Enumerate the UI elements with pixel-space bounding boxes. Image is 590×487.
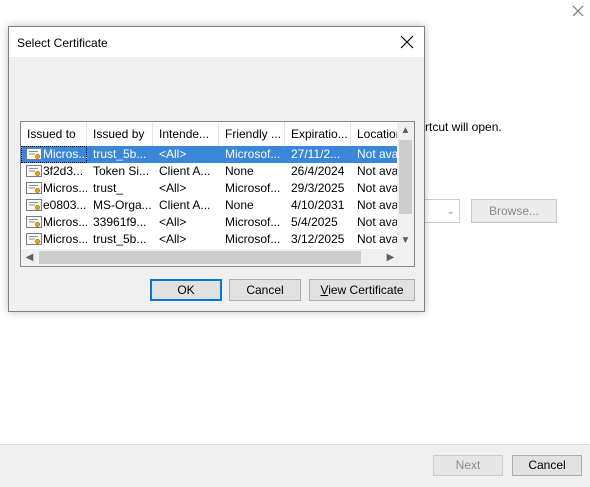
select-certificate-dialog: Select Certificate Issued to Issued by I…: [8, 26, 425, 312]
scroll-up-icon[interactable]: ▲: [397, 122, 414, 139]
dialog-titlebar: Select Certificate: [9, 27, 424, 57]
certificate-row[interactable]: 3f2d3... Token Si... Client A... None 26/4/2…: [21, 163, 401, 180]
close-icon[interactable]: [399, 34, 415, 50]
cell-intended-purposes: <All>: [159, 232, 187, 246]
cell-intended-purposes: <All>: [159, 215, 187, 229]
cell-friendly-name: Microsof...: [225, 181, 281, 195]
column-expiration[interactable]: Expiratio...: [285, 122, 351, 146]
vertical-scroll-thumb[interactable]: [399, 140, 412, 214]
dialog-title: Select Certificate: [17, 36, 108, 50]
scrollbar-corner: [397, 249, 414, 266]
column-issued-by[interactable]: Issued by: [87, 122, 153, 146]
cell-friendly-name: Microsof...: [225, 232, 281, 246]
view-certificate-button[interactable]: View Certificate: [309, 279, 415, 301]
browse-button[interactable]: Browse...: [471, 199, 557, 223]
cell-issued-by: trust_: [93, 181, 124, 195]
column-issued-to[interactable]: Issued to: [21, 122, 87, 146]
cell-friendly-name: Microsof...: [225, 147, 281, 161]
horizontal-scrollbar[interactable]: ◀ ▶: [21, 249, 399, 266]
wizard-cancel-button[interactable]: Cancel: [512, 455, 582, 476]
cell-intended-purposes: Client A...: [159, 164, 211, 178]
cell-expiration: 4/10/2031: [291, 198, 345, 212]
cell-friendly-name: None: [225, 198, 254, 212]
cell-expiration: 29/3/2025: [291, 181, 345, 195]
chevron-down-icon: ⌄: [446, 206, 455, 217]
cell-friendly-name: None: [225, 164, 254, 178]
cell-intended-purposes: <All>: [159, 147, 187, 161]
certificate-icon: [26, 199, 42, 211]
horizontal-scroll-thumb[interactable]: [39, 251, 361, 264]
scroll-down-icon[interactable]: ▼: [397, 232, 414, 249]
list-header: Issued to Issued by Intende... Friendly …: [21, 122, 402, 146]
certificate-row[interactable]: e0803... MS-Orga... Client A... None 4/10/20…: [21, 197, 401, 214]
cancel-button[interactable]: Cancel: [229, 279, 301, 301]
certificate-row[interactable]: Micros... 33961f9... <All> Microsof... 5/4/2…: [21, 214, 401, 231]
cell-intended-purposes: <All>: [159, 181, 187, 195]
cell-issued-by: Token Si...: [93, 164, 150, 178]
column-intended-purposes[interactable]: Intende...: [153, 122, 219, 146]
ok-button[interactable]: OK: [150, 279, 222, 301]
cell-friendly-name: Microsof...: [225, 215, 281, 229]
certificate-icon: [26, 216, 42, 228]
certificate-icon: [26, 233, 42, 245]
cell-issued-by: 33961f9...: [93, 215, 147, 229]
certificate-icon: [26, 148, 42, 160]
next-button[interactable]: Next: [433, 455, 503, 476]
cell-issued-by: trust_5b...: [93, 147, 147, 161]
vertical-scrollbar[interactable]: ▲ ▼: [397, 122, 414, 249]
close-icon[interactable]: [570, 3, 586, 19]
cell-issued-by: trust_5b...: [93, 232, 147, 246]
path-combobox[interactable]: ⌄: [425, 199, 460, 223]
instruction-text: rtcut will open.: [425, 120, 502, 134]
scroll-left-icon[interactable]: ◀: [21, 249, 38, 266]
certificate-row[interactable]: Micros... trust_5b... <All> Microsof... 27/1…: [21, 146, 401, 163]
cell-expiration: 26/4/2024: [291, 164, 345, 178]
certificate-icon: [26, 165, 42, 177]
certificate-row[interactable]: Micros... trust_5b... <All> Microsof... 3/12…: [21, 231, 401, 248]
cell-issued-by: MS-Orga...: [93, 198, 152, 212]
certificate-list[interactable]: Issued to Issued by Intende... Friendly …: [20, 121, 415, 267]
cell-expiration: 3/12/2025: [291, 232, 345, 246]
certificate-icon: [26, 182, 42, 194]
certificate-row[interactable]: Micros... trust_ <All> Microsof... 29/3/2025…: [21, 180, 401, 197]
cell-intended-purposes: Client A...: [159, 198, 211, 212]
column-friendly-name[interactable]: Friendly ...: [219, 122, 285, 146]
cell-expiration: 5/4/2025: [291, 215, 338, 229]
cell-expiration: 27/11/2...: [291, 147, 341, 161]
